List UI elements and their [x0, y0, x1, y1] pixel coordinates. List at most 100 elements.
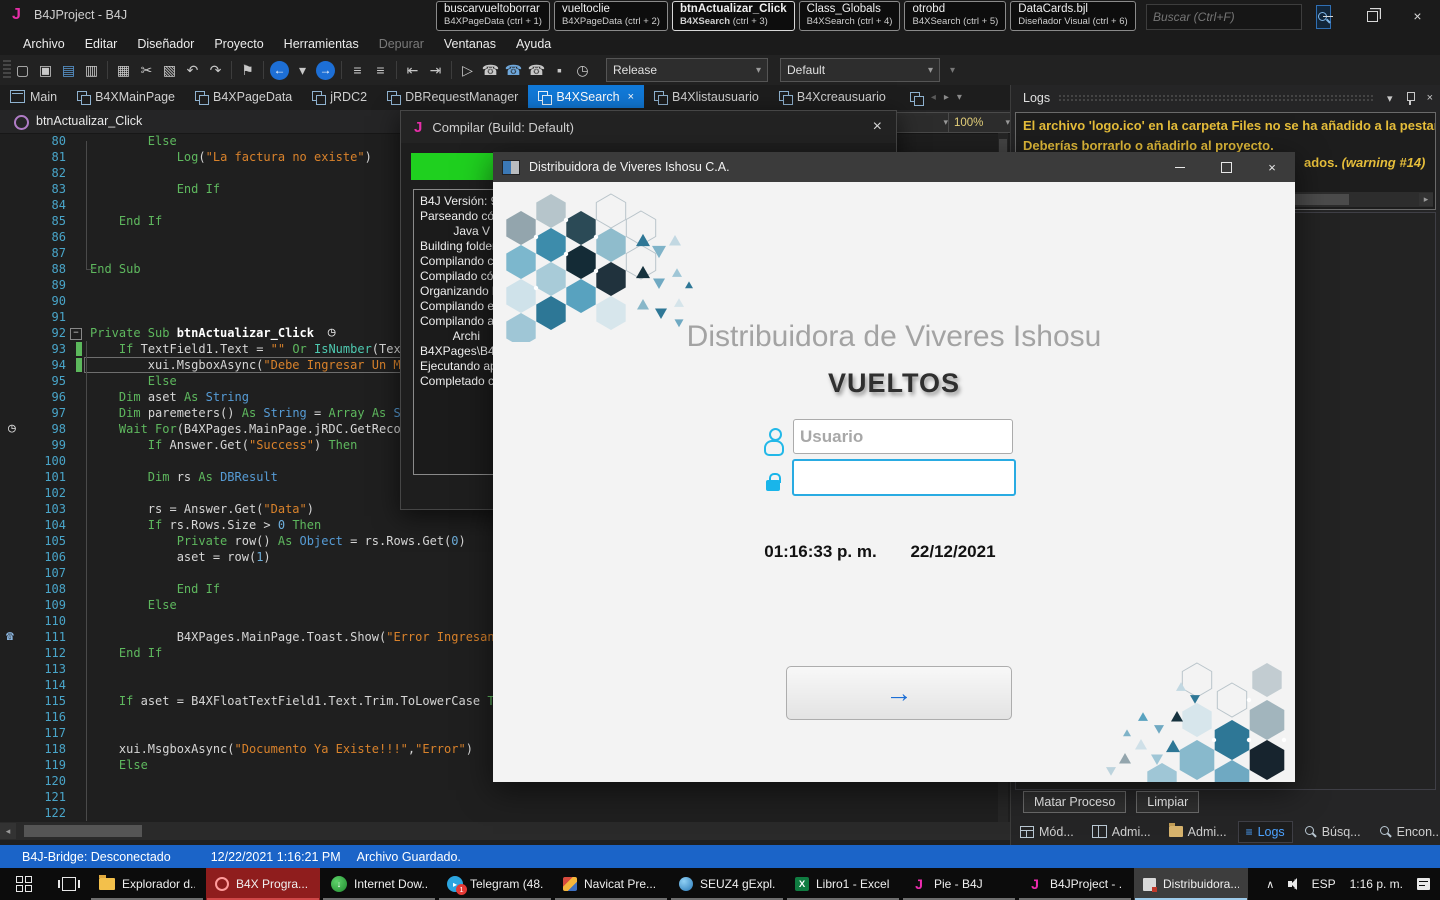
decor-shape	[1135, 739, 1147, 750]
quick-tab[interactable]: btnActualizar_Click B4XSearch (ctrl + 3)	[671, 1, 795, 31]
volume-button[interactable]: )	[1288, 878, 1298, 890]
taskbar-item[interactable]: B4X Progra...	[206, 868, 320, 900]
maximize-button[interactable]	[1203, 152, 1249, 182]
shift-left-icon[interactable]: ⇤	[401, 59, 424, 82]
open-project-icon[interactable]: ▣	[34, 59, 57, 82]
close-icon[interactable]: ×	[873, 118, 882, 136]
bookmark-icon[interactable]: ⚑	[236, 59, 259, 82]
restore-button[interactable]	[1350, 0, 1395, 32]
taskbar-item[interactable]: Distribuidora...	[1134, 868, 1248, 900]
panel-tab-admi[interactable]: Admi...	[1162, 822, 1234, 842]
taskbar-item[interactable]: X Libro1 - Excel	[786, 868, 900, 900]
panel-menu-icon[interactable]: ▾	[1387, 92, 1393, 105]
doc-tab-b4xsearch[interactable]: B4XSearch ×	[528, 85, 644, 108]
panel-tab-admi[interactable]: Admi...	[1085, 822, 1158, 842]
scroll-left-icon[interactable]: ◂	[0, 823, 16, 839]
debug-icon[interactable]: ☎	[502, 59, 525, 82]
close-button[interactable]: ×	[1395, 0, 1440, 32]
undo-icon[interactable]: ↶	[181, 59, 204, 82]
build-configuration-dropdown[interactable]: Release ▾	[606, 58, 768, 82]
taskbar-item[interactable]: Explorador d...	[90, 868, 204, 900]
doc-tab-b4xmainpage[interactable]: B4XMainPage	[67, 85, 185, 108]
restart-icon[interactable]: ◷	[571, 59, 594, 82]
back-history-icon[interactable]: ▾	[291, 59, 314, 82]
scroll-right-icon[interactable]: ▸	[1419, 193, 1433, 206]
task-view-button[interactable]	[48, 868, 90, 900]
bridge-icon[interactable]: ☎	[479, 59, 502, 82]
keyboard-language[interactable]: ESP	[1312, 877, 1336, 891]
comment-icon[interactable]: ≡	[346, 59, 369, 82]
taskbar-item[interactable]: Internet Dow...	[322, 868, 436, 900]
editor-zoom-dropdown[interactable]: 100% ▾	[948, 112, 1016, 133]
doc-tab-main[interactable]: Main	[0, 85, 67, 108]
start-button[interactable]	[0, 868, 48, 900]
editor-horizontal-scrollbar[interactable]: ◂	[0, 822, 1010, 840]
doc-tab-jrdc2[interactable]: jRDC2	[302, 85, 377, 108]
navigate-back-icon[interactable]: ←	[270, 60, 289, 80]
reconnect-icon[interactable]: ☎	[525, 59, 548, 82]
menu-archivo[interactable]: Archivo	[14, 35, 74, 53]
stop-icon[interactable]: ▪	[548, 59, 571, 82]
panel-tab-encon[interactable]: Encon...	[1372, 822, 1440, 842]
modules-icon[interactable]: ▥	[80, 59, 103, 82]
close-tab-icon[interactable]: ×	[628, 91, 634, 103]
doc-tab-b4xpagedata[interactable]: B4XPageData	[185, 85, 302, 108]
close-button[interactable]: ×	[1249, 152, 1295, 182]
new-project-icon[interactable]: ▢	[11, 59, 34, 82]
toolbar-overflow-icon[interactable]: ▾	[950, 65, 955, 76]
scrollbar-thumb[interactable]	[24, 825, 142, 837]
taskbar-item[interactable]: Navicat Pre...	[554, 868, 668, 900]
menu-herramientas[interactable]: Herramientas	[275, 35, 368, 53]
taskbar-clock[interactable]: 1:16 p. m.	[1350, 877, 1403, 891]
menu-ventanas[interactable]: Ventanas	[435, 35, 505, 53]
panel-tab-logs[interactable]: ≡ Logs	[1237, 820, 1293, 843]
run-icon[interactable]: ▷	[456, 59, 479, 82]
taskbar-item[interactable]: J B4JProject - ...	[1018, 868, 1132, 900]
menu-editar[interactable]: Editar	[76, 35, 127, 53]
shift-right-icon[interactable]: ⇥	[424, 59, 447, 82]
pin-icon[interactable]	[1405, 91, 1415, 105]
new-tab-icon[interactable]	[909, 91, 924, 106]
build-profile-dropdown[interactable]: Default ▾	[780, 58, 940, 82]
login-button[interactable]: →	[786, 666, 1012, 720]
quick-tab[interactable]: DataCards.bjl Diseñador Visual (ctrl + 6)	[1010, 1, 1136, 31]
menu-ayuda[interactable]: Ayuda	[507, 35, 560, 53]
taskbar-item[interactable]: 1Telegram (48...	[438, 868, 552, 900]
navigate-forward-icon[interactable]: →	[316, 60, 335, 80]
save-icon[interactable]: ▤	[57, 59, 80, 82]
menu-proyecto[interactable]: Proyecto	[205, 35, 272, 53]
paste-icon[interactable]: ▧	[158, 59, 181, 82]
doc-tab-b4xcreausuario[interactable]: B4Xcreausuario	[769, 85, 896, 108]
kill-process-button[interactable]: Matar Proceso	[1023, 791, 1127, 813]
collapse-region-icon[interactable]: −	[70, 328, 82, 340]
copy-icon[interactable]: ▦	[112, 59, 135, 82]
search-input[interactable]	[1147, 5, 1316, 29]
doc-tab-dbrequestmanager[interactable]: DBRequestManager	[377, 85, 528, 108]
redo-icon[interactable]: ↷	[204, 59, 227, 82]
cut-icon[interactable]: ✂	[135, 59, 158, 82]
uncomment-icon[interactable]: ≡	[369, 59, 392, 82]
doc-tab-b4xlistausuario[interactable]: B4Xlistausuario	[644, 85, 769, 108]
method-selector[interactable]: btnActualizar_Click	[36, 114, 142, 128]
panel-tab-búsq[interactable]: Búsq...	[1297, 822, 1368, 842]
clear-logs-button[interactable]: Limpiar	[1136, 791, 1200, 813]
notification-center-icon[interactable]	[1417, 878, 1430, 890]
tray-expand-icon[interactable]: ∧	[1266, 878, 1274, 891]
tab-list-icon[interactable]: ▾	[957, 92, 962, 103]
scroll-tabs-right-icon[interactable]: ▸	[944, 92, 949, 103]
quick-tab[interactable]: otrobd B4XSearch (ctrl + 5)	[904, 1, 1007, 31]
scroll-tabs-left-icon[interactable]: ◂	[931, 92, 936, 103]
minimize-button[interactable]	[1305, 0, 1350, 32]
minimize-button[interactable]	[1157, 152, 1203, 182]
panel-tab-mód[interactable]: Mód...	[1013, 822, 1081, 842]
menu-diseñador[interactable]: Diseñador	[128, 35, 203, 53]
quick-tab[interactable]: Class_Globals B4XSearch (ctrl + 4)	[798, 1, 901, 31]
close-panel-icon[interactable]: ×	[1427, 92, 1433, 104]
login-titlebar[interactable]: Distribuidora de Viveres Ishosu C.A. ×	[493, 152, 1295, 182]
taskbar-item[interactable]: J Pie - B4J	[902, 868, 1016, 900]
quick-tab[interactable]: vueltoclie B4XPageData (ctrl + 2)	[553, 1, 668, 31]
username-input[interactable]	[793, 419, 1013, 454]
quick-tab[interactable]: buscarvueltoborrar B4XPageData (ctrl + 1)	[436, 1, 550, 31]
taskbar-item[interactable]: SEUZ4 gExpl...	[670, 868, 784, 900]
password-input[interactable]	[792, 459, 1016, 496]
